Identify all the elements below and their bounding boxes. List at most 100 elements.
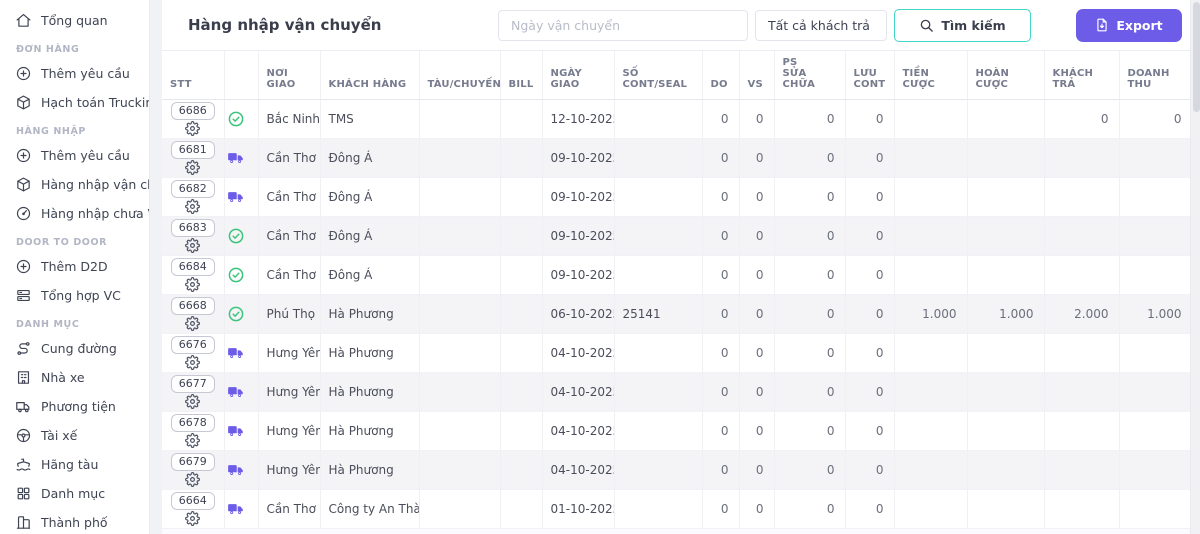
ngay_giao-cell: 09-10-2025	[542, 255, 615, 295]
noi_giao-cell: Cần Thơ	[258, 177, 321, 217]
ngay_giao-cell: 04-10-2025	[542, 333, 615, 373]
order-id-badge[interactable]: 6668	[170, 297, 215, 315]
sidebar-item-hang-tau[interactable]: Hãng tàu	[0, 450, 149, 479]
order-id-badge[interactable]: 6679	[170, 453, 215, 471]
sidebar-item-tong-hop-vc[interactable]: Tổng hợp VC	[0, 281, 149, 310]
sidebar-item-them-yeu-cau[interactable]: Thêm yêu cầu	[0, 141, 149, 170]
tien_cuoc-cell: 1.000	[894, 294, 968, 334]
bill-cell	[500, 99, 543, 139]
rows-icon	[15, 287, 32, 304]
gear-plus-icon[interactable]	[165, 316, 221, 331]
ship-date-input[interactable]	[498, 9, 748, 41]
tau_chuyen-cell	[419, 450, 501, 490]
stt-cell: 6682	[162, 177, 225, 217]
table-row: 6681 Cần Thơ Đông Á 09-10-2025 0 0 0 0	[162, 138, 1190, 178]
truck-status-icon	[227, 188, 256, 206]
sidebar-item-label: Thêm D2D	[41, 259, 108, 274]
gear-plus-icon[interactable]	[165, 238, 221, 253]
sidebar-item-cung-duong[interactable]: Cung đường	[0, 334, 149, 363]
so_cont_seal-cell	[614, 372, 703, 412]
sidebar-item-tong-quan[interactable]: Tổng quan	[0, 6, 149, 35]
search-button[interactable]: Tìm kiếm	[894, 8, 1031, 42]
gear-plus-icon[interactable]	[165, 277, 221, 292]
customer-filter-select[interactable]	[755, 9, 887, 41]
tien_cuoc-cell	[894, 138, 968, 178]
truck-status-icon	[227, 149, 256, 167]
tau_chuyen-cell	[419, 333, 501, 373]
scrollbar-thumb[interactable]	[1192, 2, 1200, 112]
order-id-badge[interactable]: 6678	[170, 414, 215, 432]
ngay_giao-cell: 01-10-2025	[542, 489, 615, 529]
shipments-table-wrap: STT NƠI GIAO KHÁCH HÀNG TÀU/CHUYẾN BILL NGÀY …	[162, 51, 1190, 534]
sidebar-item-label: Thành phố	[41, 515, 108, 530]
gear-plus-icon[interactable]	[165, 433, 221, 448]
hoan_cuoc-cell	[967, 216, 1045, 256]
tau_chuyen-cell	[419, 177, 501, 217]
table-row: 6679 Hưng Yên Hà Phương 04-10-2025 0 0 0 0	[162, 450, 1190, 490]
doanh_thu-cell	[1119, 411, 1190, 451]
sidebar-item-label: Hàng nhập vận chuyển	[41, 177, 149, 192]
sidebar-item-hang-nhap-chua-vc[interactable]: Hàng nhập chưa VC	[0, 199, 149, 228]
table-row: 6682 Cần Thơ Đông Á 09-10-2025 0 0 0 0	[162, 177, 1190, 217]
hoan_cuoc-cell	[967, 372, 1045, 412]
table-row: 6664Cần ThơCông ty An Thành01-10-2025000…	[162, 489, 1190, 529]
ps_sua_chua-cell: 0	[774, 99, 846, 139]
sidebar-item-thanh-pho[interactable]: Thành phố	[0, 508, 149, 534]
status-cell	[224, 255, 259, 295]
hoan_cuoc-cell	[967, 138, 1045, 178]
luu_cont-cell: 0	[845, 177, 895, 217]
column-header-vs: VS	[739, 51, 775, 100]
order-id-badge[interactable]: 6677	[170, 375, 215, 393]
table-row: 6683 Cần Thơ Đông Á 09-10-2025 0 0 0 0	[162, 216, 1190, 256]
bill-cell	[500, 489, 543, 529]
ps_sua_chua-cell: 0	[774, 294, 846, 334]
vs-cell: 0	[739, 177, 775, 217]
export-button[interactable]: Export	[1076, 8, 1182, 42]
sidebar: Tổng quan ĐƠN HÀNG Thêm yêu cầu Hạch toán T…	[0, 0, 149, 534]
gear-plus-icon[interactable]	[165, 160, 221, 175]
gear-plus-icon[interactable]	[165, 355, 221, 370]
order-id-badge[interactable]: 6676	[170, 336, 215, 354]
noi_giao-cell: Cần Thơ	[258, 489, 321, 529]
luu_cont-cell: 0	[845, 372, 895, 412]
gear-plus-icon[interactable]	[165, 121, 221, 136]
order-id-badge[interactable]: 6683	[170, 219, 215, 237]
column-header-ps_sua_chua: PS SỬA CHỮA	[774, 51, 846, 100]
stt-cell: 6679	[162, 450, 225, 490]
vs-cell: 0	[739, 216, 775, 256]
column-header-bill: BILL	[500, 51, 543, 100]
status-cell	[224, 489, 259, 529]
column-header-do: DO	[702, 51, 740, 100]
sidebar-item-danh-muc[interactable]: Danh mục	[0, 479, 149, 508]
gear-plus-icon[interactable]	[165, 199, 221, 214]
tien_cuoc-cell	[894, 411, 968, 451]
order-id-badge[interactable]: 6682	[170, 180, 215, 198]
sidebar-item-label: Hạch toán Trucking	[41, 95, 149, 110]
sidebar-item-hang-nhap-van-chuyen[interactable]: Hàng nhập vận chuyển	[0, 170, 149, 199]
truck-icon	[15, 398, 32, 415]
order-id-badge[interactable]: 6684	[170, 258, 215, 276]
gear-plus-icon[interactable]	[165, 472, 221, 487]
order-id-badge[interactable]: 6681	[170, 141, 215, 159]
table-row: 6677 Hưng Yên Hà Phương 04-10-2025 0 0 0 0	[162, 372, 1190, 412]
sidebar-item-them-d2d[interactable]: Thêm D2D	[0, 252, 149, 281]
gear-plus-icon[interactable]	[165, 394, 221, 409]
so_cont_seal-cell	[614, 333, 703, 373]
sidebar-item-hach-toan-trucking[interactable]: Hạch toán Trucking	[0, 88, 149, 117]
ps_sua_chua-cell: 0	[774, 216, 846, 256]
khach_hang-cell: TMS	[320, 99, 420, 139]
sidebar-item-phuong-tien[interactable]: Phương tiện	[0, 392, 149, 421]
truck-status-icon	[227, 383, 256, 401]
order-id-badge[interactable]: 6686	[170, 102, 215, 120]
sidebar-item-nha-xe[interactable]: Nhà xe	[0, 363, 149, 392]
app-window: Tổng quan ĐƠN HÀNG Thêm yêu cầu Hạch toán T…	[0, 0, 1200, 534]
ngay_giao-cell: 04-10-2025	[542, 450, 615, 490]
sidebar-item-them-yeu-cau[interactable]: Thêm yêu cầu	[0, 59, 149, 88]
so_cont_seal-cell	[614, 489, 703, 529]
order-id-badge[interactable]: 6664	[170, 492, 215, 510]
so_cont_seal-cell	[614, 216, 703, 256]
column-header-status	[224, 51, 259, 100]
vertical-scrollbar[interactable]	[1190, 0, 1200, 534]
sidebar-item-tai-xe[interactable]: Tài xế	[0, 421, 149, 450]
gear-plus-icon[interactable]	[165, 511, 221, 526]
